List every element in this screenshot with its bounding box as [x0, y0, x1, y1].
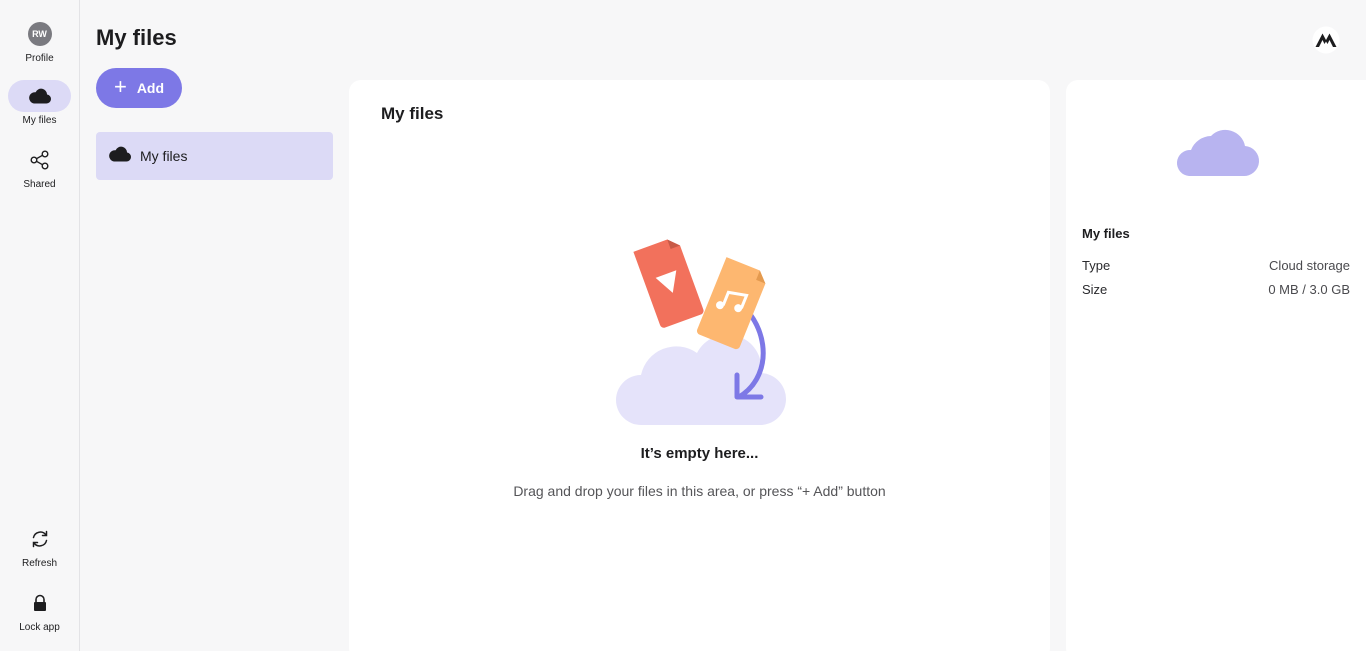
details-value: Cloud storage [1269, 258, 1350, 273]
profile-icon-wrap: RW [8, 18, 71, 50]
share-icon [8, 144, 71, 176]
add-button-label: Add [136, 80, 165, 96]
rail-item-my-files[interactable]: My files [8, 80, 71, 134]
cloud-icon [108, 146, 132, 167]
plus-icon: + [113, 74, 127, 99]
empty-state-illustration [611, 225, 791, 430]
add-button[interactable]: + Add [96, 68, 182, 108]
page-title: My files [96, 25, 177, 50]
rail-label-refresh: Refresh [21, 558, 57, 569]
file-drop-area[interactable]: My files It’s empty here... Drag and dro… [349, 80, 1050, 651]
details-row-size: Size 0 MB / 3.0 GB [1082, 282, 1350, 297]
empty-state-title: It’s empty here... [640, 445, 759, 462]
details-value: 0 MB / 3.0 GB [1268, 282, 1350, 297]
cloud-icon [1171, 126, 1261, 178]
rail-label-my-files: My files [22, 115, 57, 126]
app-logo-icon [1312, 26, 1340, 54]
rail-item-profile[interactable]: RW Profile [8, 18, 71, 72]
refresh-icon [8, 523, 71, 555]
avatar: RW [27, 22, 52, 46]
rail-item-refresh[interactable]: Refresh [8, 523, 71, 577]
cloud-icon [8, 80, 71, 112]
folder-label: My files [140, 148, 188, 164]
panel-title: My files [381, 104, 444, 123]
empty-state-subtitle: Drag and drop your files in this area, o… [513, 483, 886, 499]
details-title: My files [1082, 226, 1130, 241]
details-panel: My files Type Cloud storage Size 0 MB / … [1066, 80, 1366, 651]
details-key: Size [1082, 282, 1108, 297]
lock-icon [8, 587, 71, 619]
rail-item-lock[interactable]: Lock app [8, 587, 71, 641]
rail-label-profile: Profile [25, 53, 54, 64]
folder-item-my-files[interactable]: My files [96, 132, 333, 180]
rail-label-shared: Shared [23, 179, 56, 190]
navigation-rail: RW Profile My files Shared Refresh Lock … [0, 0, 80, 651]
details-key: Type [1082, 258, 1111, 273]
rail-label-lock: Lock app [19, 622, 60, 633]
rail-item-shared[interactable]: Shared [8, 144, 71, 198]
details-row-type: Type Cloud storage [1082, 258, 1350, 273]
